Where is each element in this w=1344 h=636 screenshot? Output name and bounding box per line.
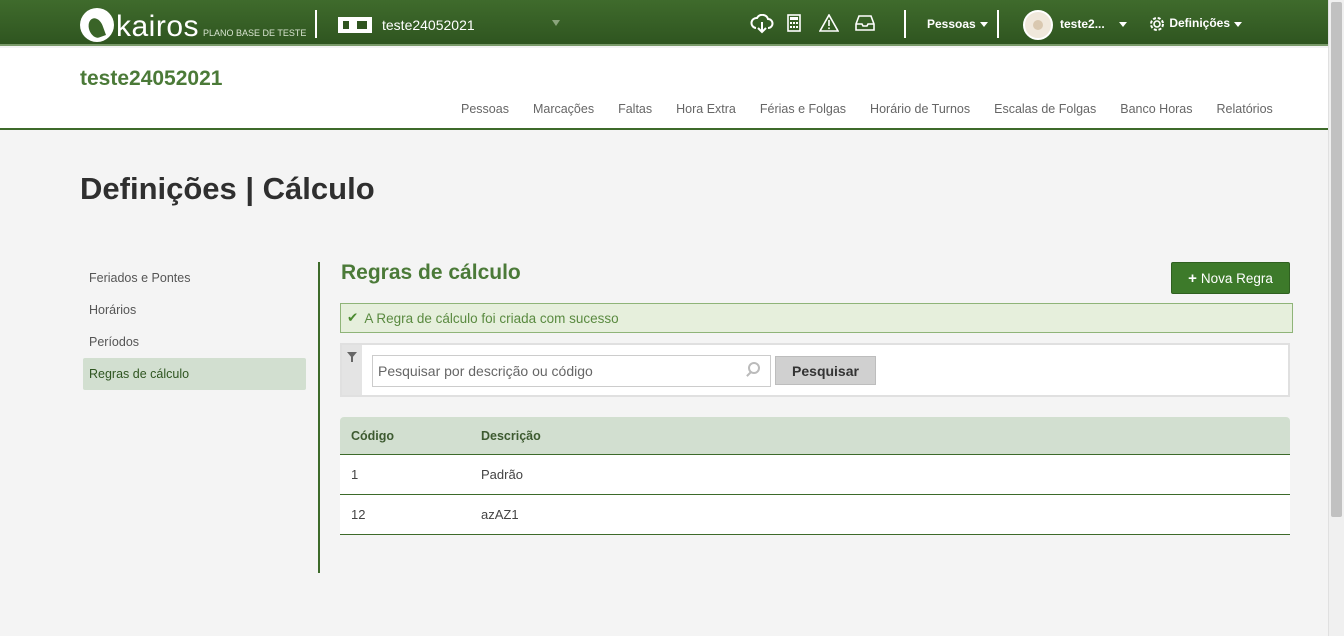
nav-item-pessoas[interactable]: Pessoas — [461, 102, 509, 116]
column-header-description[interactable]: Descrição — [481, 429, 1290, 443]
side-menu: Feriados e Pontes Horários Períodos Regr… — [83, 262, 306, 390]
top-bar: kairos PLANO BASE DE TESTE teste24052021… — [0, 0, 1328, 46]
table-row[interactable]: 12 azAZ1 — [340, 495, 1290, 535]
nav-item-marcacoes[interactable]: Marcações — [533, 102, 594, 116]
filter-toggle[interactable] — [342, 345, 362, 395]
page-title: Definições | Cálculo — [80, 171, 375, 206]
scrollbar-thumb[interactable] — [1331, 2, 1342, 517]
table-row[interactable]: 1 Padrão — [340, 455, 1290, 495]
new-rule-button[interactable]: + Nova Regra — [1171, 262, 1290, 294]
nav-item-escalas-folgas[interactable]: Escalas de Folgas — [994, 102, 1096, 116]
nav-item-relatorios[interactable]: Relatórios — [1217, 102, 1273, 116]
brand-name: kairos — [116, 10, 200, 43]
sidebar-item-periodos[interactable]: Períodos — [83, 326, 306, 358]
logo-mark-icon — [80, 8, 114, 42]
cell-description: azAZ1 — [481, 507, 519, 522]
company-selector[interactable]: teste24052021 — [382, 17, 475, 33]
cell-code: 12 — [351, 507, 366, 522]
caret-down-icon — [1234, 21, 1243, 27]
brand-subtitle: PLANO BASE DE TESTE — [203, 28, 307, 38]
chevron-down-icon[interactable] — [552, 20, 560, 26]
sub-header: teste24052021 Pessoas Marcações Faltas H… — [0, 48, 1328, 130]
gear-icon — [1150, 17, 1164, 31]
settings-menu-label: Definições — [1169, 16, 1231, 31]
user-name: teste2... — [1060, 17, 1105, 31]
plus-icon: + — [1188, 269, 1197, 287]
filter-box: Pesquisar — [340, 343, 1290, 397]
nav-item-faltas[interactable]: Faltas — [618, 102, 652, 116]
search-icon[interactable] — [748, 362, 760, 374]
filter-icon — [347, 352, 357, 362]
rules-table: Código Descrição 1 Padrão 12 azAZ1 — [340, 417, 1290, 535]
success-alert: ✔ A Regra de cálculo foi criada com suce… — [340, 303, 1293, 333]
search-button[interactable]: Pesquisar — [775, 356, 876, 385]
caret-down-icon — [1118, 22, 1127, 28]
vertical-scrollbar[interactable] — [1328, 0, 1344, 636]
sidebar-item-feriados[interactable]: Feriados e Pontes — [83, 262, 306, 294]
people-menu-label: Pessoas — [927, 17, 976, 31]
search-input[interactable] — [372, 355, 771, 387]
divider — [315, 10, 317, 38]
alert-text: A Regra de cálculo foi criada com sucess… — [364, 310, 619, 326]
nav-item-ferias-folgas[interactable]: Férias e Folgas — [760, 102, 846, 116]
calculator-icon[interactable] — [787, 14, 801, 36]
section-title: Regras de cálculo — [341, 261, 521, 284]
main-nav: Pessoas Marcações Faltas Hora Extra Féri… — [461, 102, 1273, 116]
company-icon[interactable] — [338, 17, 372, 33]
company-title: teste24052021 — [80, 67, 223, 90]
sidebar-item-regras-calculo[interactable]: Regras de cálculo — [83, 358, 306, 390]
inbox-icon[interactable] — [855, 14, 875, 36]
user-menu[interactable]: teste2... — [1060, 17, 1127, 31]
cloud-download-icon[interactable] — [750, 13, 774, 38]
avatar[interactable] — [1023, 10, 1053, 40]
check-icon: ✔ — [347, 310, 359, 325]
table-header: Código Descrição — [340, 417, 1290, 455]
divider — [997, 10, 999, 38]
kairos-logo[interactable]: kairos PLANO BASE DE TESTE — [80, 4, 306, 42]
column-header-code[interactable]: Código — [340, 429, 481, 443]
settings-menu[interactable]: Definições — [1148, 15, 1243, 33]
nav-item-hora-extra[interactable]: Hora Extra — [676, 102, 736, 116]
cell-code: 1 — [351, 467, 359, 482]
cell-description: Padrão — [481, 467, 523, 482]
divider — [318, 262, 320, 573]
nav-item-banco-horas[interactable]: Banco Horas — [1120, 102, 1192, 116]
nav-item-horario-turnos[interactable]: Horário de Turnos — [870, 102, 970, 116]
divider — [904, 10, 906, 38]
warning-icon[interactable] — [818, 13, 840, 36]
people-menu[interactable]: Pessoas — [927, 17, 988, 31]
sidebar-item-horarios[interactable]: Horários — [83, 294, 306, 326]
caret-down-icon — [979, 22, 988, 28]
new-rule-label: Nova Regra — [1200, 270, 1273, 286]
